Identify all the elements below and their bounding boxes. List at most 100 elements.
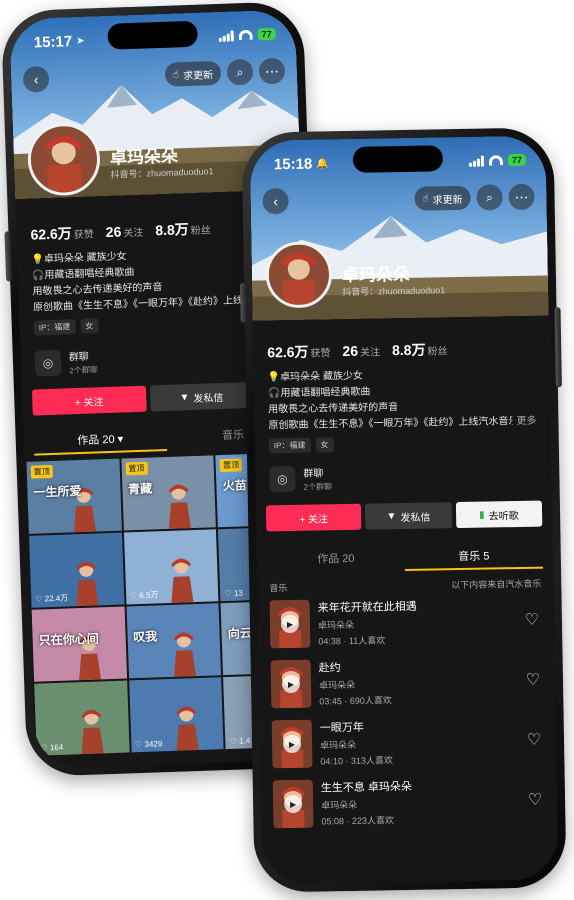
pinned-badge: 置顶 [30,464,54,479]
chat-icon: ◎ [34,349,62,377]
stat-following[interactable]: 26 关注 [342,342,380,361]
music-source-note: 以下内容来自汽水音乐 [451,578,542,591]
video-caption: 青藏 [127,481,153,497]
heart-icon[interactable]: ♡ [524,730,544,750]
request-update-label: 求更新 [432,194,463,206]
gender-tag: 女 [315,437,334,453]
singer-figure [169,630,199,677]
stat-following[interactable]: 26 关注 [105,223,143,242]
more-link[interactable]: 更多 [516,414,536,430]
ip-tag: IP：福建 [33,319,76,336]
chevron-left-icon: ‹ [273,193,279,210]
heart-icon: ♡ [134,739,145,750]
mockup-stage: 15:17➤ 77 ‹ ☝求更新 ⌕ ⋯ 卓玛朵朵 抖音号：zhuomadu [0,0,574,900]
song-row[interactable]: ▶ 来年花开就在此相遇 卓玛朵朵 04:38 · 11人喜欢 ♡ [257,589,554,654]
group-chat-entry[interactable]: ◎ 群聊 2个群聊 [255,460,551,493]
heart-icon[interactable]: ♡ [525,790,545,810]
message-button[interactable]: ▼ 发私信 [149,381,254,412]
signal-icon [468,155,484,167]
dynamic-island [352,145,444,173]
follow-button[interactable]: + 关注 [31,385,147,416]
singer-figure [164,482,194,529]
song-meta: 03:45 · 690人喜欢 [319,695,392,707]
action-buttons: + 关注 ▼ 发私信 ▮ 去听歌 [256,500,552,532]
song-likes: 690人喜欢 [349,695,392,706]
singer-figure [167,556,197,603]
search-button[interactable]: ⌕ [226,58,254,86]
gender-tag: 女 [80,318,99,334]
song-artist: 卓玛朵朵 [318,679,356,691]
song-row[interactable]: ▶ 生生不息 卓玛朵朵 卓玛朵朵 05:08 · 223人喜欢 ♡ [261,769,558,834]
song-cover[interactable]: ▶ [272,779,314,829]
video-thumbnail[interactable]: ♡ 22.4万 [29,532,125,608]
like-count: ♡ 13 [224,588,243,599]
front-screen: 15:18 🔔 77 ‹ ☝ 求更新 ⌕ ⋯ 卓玛朵朵 抖音号：zhuomadu… [249,135,559,885]
account-id[interactable]: 抖音号：zhuomaduoduo1 [342,283,445,298]
signal-icon [218,29,234,42]
video-thumbnail[interactable]: 只在你心间 [31,606,127,682]
ip-tag: IP：福建 [268,437,311,454]
video-thumbnail[interactable]: 置顶 青藏 [121,455,217,531]
group-count: 2个群聊 [303,482,333,492]
wifi-icon [488,155,503,166]
song-cover[interactable]: ▶ [270,659,312,709]
song-title: 赴约 [318,662,341,675]
location-icon: ➤ [75,35,85,47]
tab-music[interactable]: 音乐 5 [405,541,543,571]
song-likes: 11人喜欢 [348,635,386,646]
message-button[interactable]: ▼ 发私信 [364,502,452,530]
clock: 15:17 ➤ [34,32,85,51]
request-update-button[interactable]: ☝ 求更新 [414,185,471,211]
song-artist: 卓玛朵朵 [317,619,355,631]
stat-followers[interactable]: 8.8万 粉丝 [392,339,448,360]
song-meta: 04:38 · 11人喜欢 [318,635,386,647]
clock: 15:18 🔔 [274,155,329,173]
request-update-button[interactable]: ☝ 求更新 [164,60,222,87]
song-row[interactable]: ▶ 一眼万年 卓玛朵朵 04:10 · 313人喜欢 ♡ [260,709,557,774]
stat-likes[interactable]: 62.6万 获赞 [30,222,94,244]
heart-icon[interactable]: ♡ [523,670,543,690]
like-count: ♡ 22.4万 [35,593,69,604]
back-button[interactable]: ‹ [22,65,50,93]
video-thumbnail[interactable]: ♡ 3429 [128,677,224,753]
song-cover[interactable]: ▶ [271,719,313,769]
heart-icon[interactable]: ♡ [522,610,542,630]
hand-icon: ☝ [422,193,429,205]
time-text: 15:17 [33,32,73,51]
stat-likes[interactable]: 62.6万 获赞 [267,341,331,362]
song-artist: 卓玛朵朵 [321,799,358,811]
video-thumbnail[interactable]: 置顶 一生所爱 [26,458,122,534]
song-list: ▶ 来年花开就在此相遇 卓玛朵朵 04:38 · 11人喜欢 ♡ ▶ 赴约 卓玛朵朵 03:45… [257,589,557,834]
video-thumbnail[interactable]: ♡ 6.5万 [123,529,219,605]
video-thumbnail[interactable]: ♡ 164 [34,680,130,756]
song-duration: 04:38 [318,636,341,647]
music-app-icon: ▮ [479,509,485,521]
listen-button[interactable]: ▮ 去听歌 [455,500,543,529]
back-button[interactable]: ‹ [262,187,289,215]
time-text: 15:18 [273,155,313,173]
tab-works[interactable]: 作品 20 [267,543,405,573]
song-duration: 04:10 [320,756,343,767]
tab-works[interactable]: 作品 20 ▾ [33,423,167,456]
profile-name: 卓玛朵朵 [109,146,179,168]
more-icon: ⋯ [514,188,529,205]
search-button[interactable]: ⌕ [476,184,503,211]
hand-icon: ☝ [172,68,180,81]
follow-button[interactable]: + 关注 [265,503,362,532]
heart-icon: ♡ [224,588,235,599]
wifi-icon [238,29,253,41]
video-thumbnail[interactable]: 叹我 [126,603,222,679]
song-artist: 卓玛朵朵 [320,739,357,751]
more-button[interactable]: ⋯ [258,57,286,85]
group-count: 2个群聊 [69,365,98,376]
group-name: 群聊 [68,351,90,364]
song-meta: 05:08 · 223人喜欢 [321,815,395,827]
stat-followers[interactable]: 8.8万 粉丝 [155,218,211,240]
singer-figure [172,704,202,751]
heart-icon: ♡ [129,591,140,601]
song-cover[interactable]: ▶ [269,599,311,649]
send-icon: ▼ [179,391,190,403]
more-button[interactable]: ⋯ [508,183,535,211]
song-row[interactable]: ▶ 赴约卓玛朵朵 03:45 · 690人喜欢 ♡ [259,649,556,714]
volume-button [240,282,247,323]
